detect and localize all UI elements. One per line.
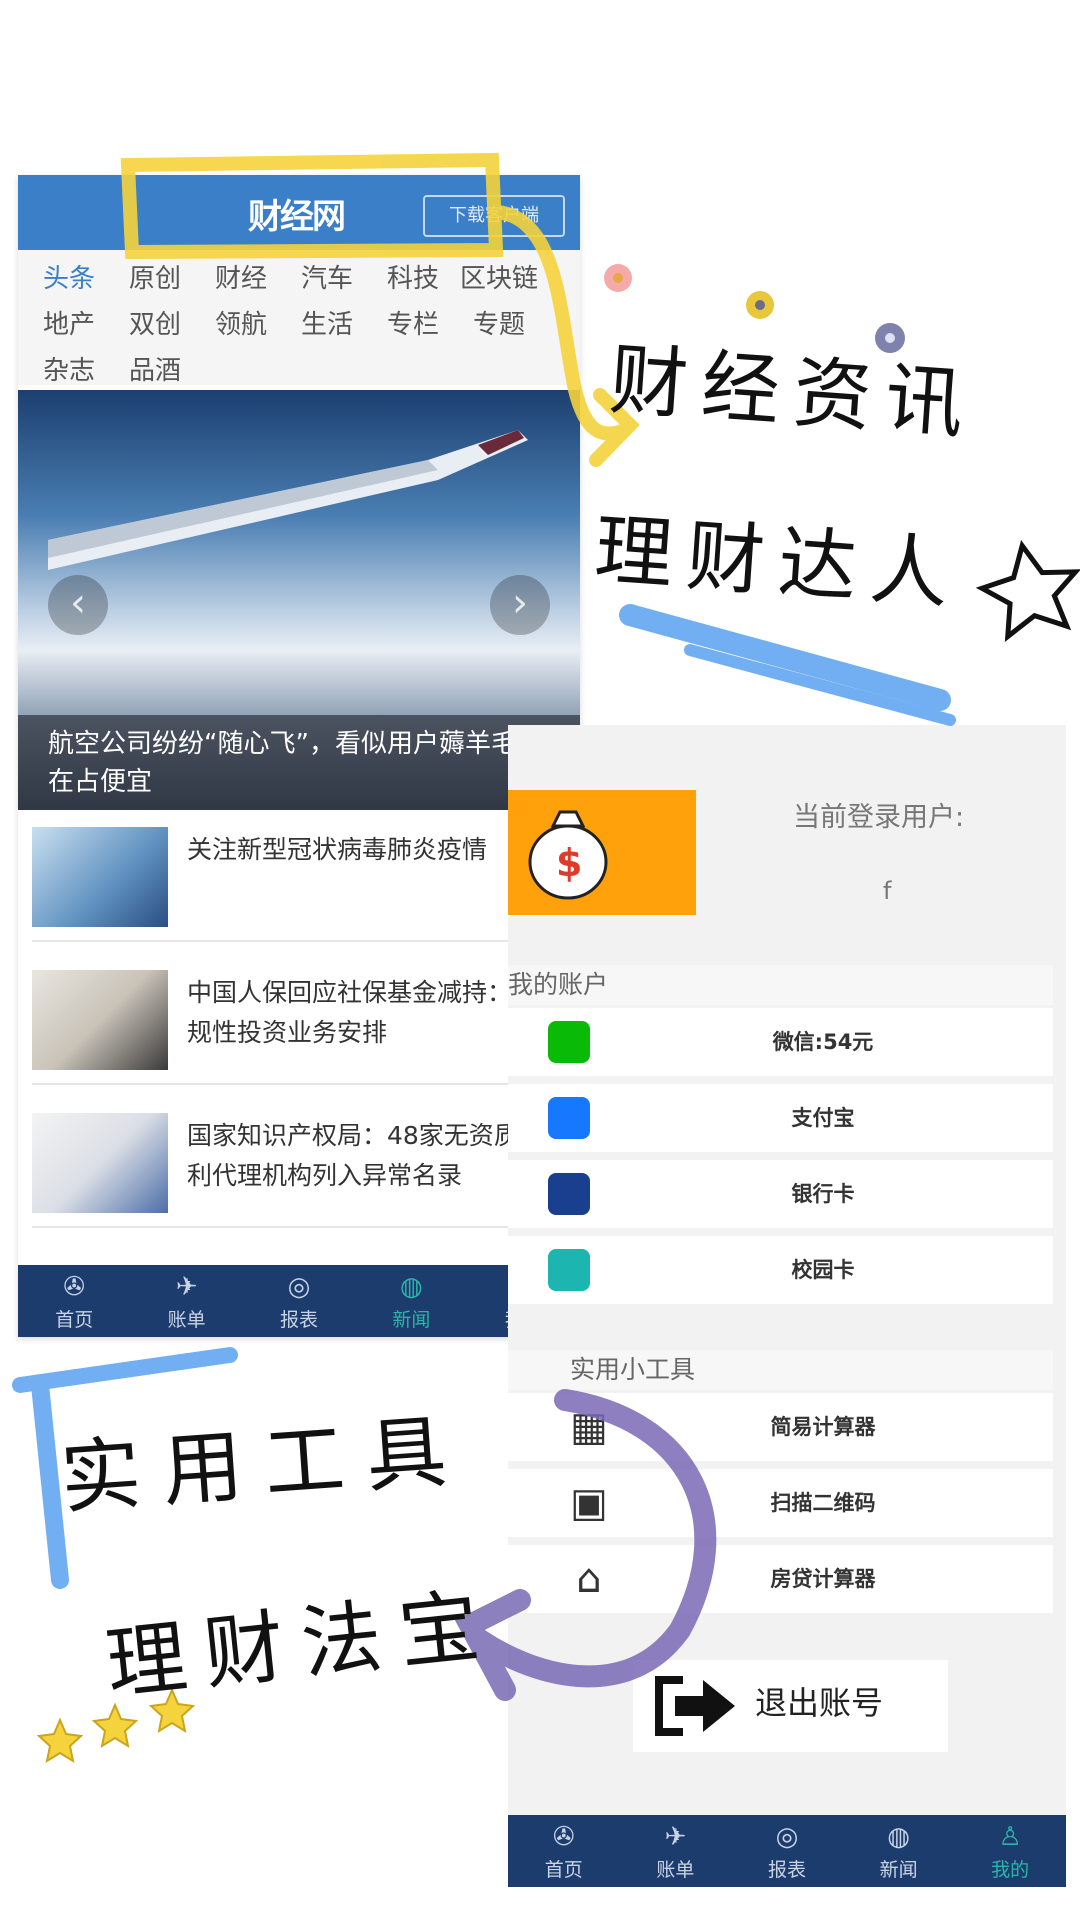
star-outline-icon: [975, 540, 1080, 643]
yellow-highlight-stroke: [120, 152, 640, 467]
purple-arrow-stroke: [454, 1389, 717, 1701]
